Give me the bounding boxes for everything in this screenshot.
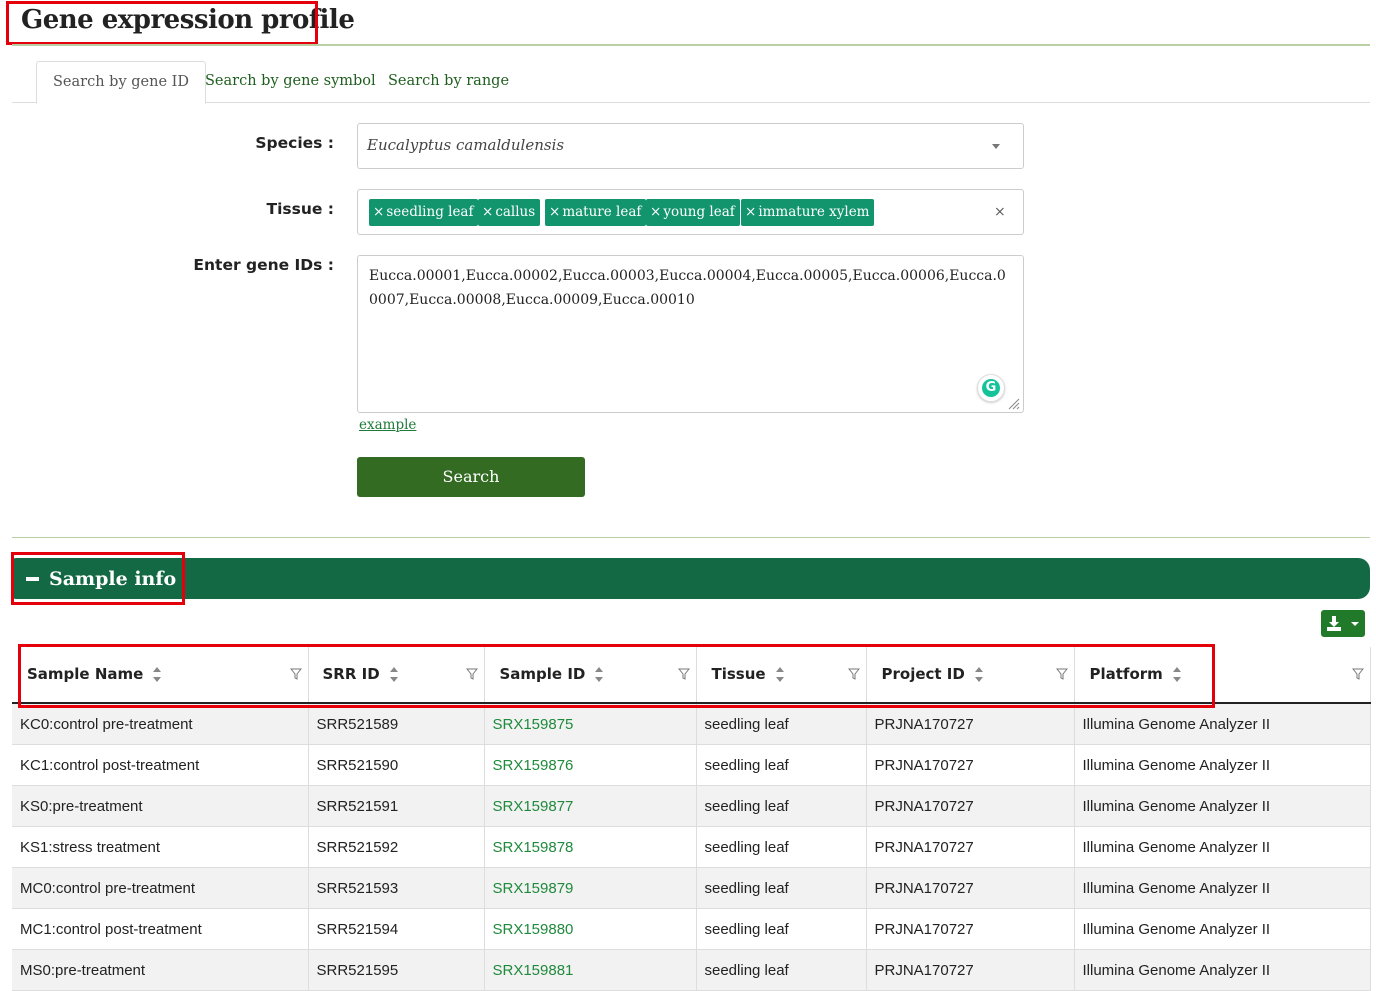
species-selected-value: Eucalyptus camaldulensis [367,136,565,154]
cell-project-id: PRJNA170727 [866,949,1075,991]
cell-tissue: seedling leaf [696,949,867,991]
grammarly-icon[interactable]: G [977,374,1005,402]
tissue-multiselect[interactable]: × seedling leaf × callus × mature leaf × you… [357,189,1024,235]
cell-project-id: PRJNA170727 [866,703,1075,745]
tissue-chip-label: callus [495,204,536,220]
cell-tissue: seedling leaf [696,744,867,786]
cell-sample-name: KC0:control pre-treatment [12,703,309,745]
cell-sample-id[interactable]: SRX159878 [484,826,697,868]
chevron-down-icon[interactable] [992,144,1000,149]
cell-project-id: PRJNA170727 [866,744,1075,786]
species-label: Species : [255,134,334,152]
table-row: MC0:control pre-treatment SRR521593 SRX159… [12,867,1371,909]
tissue-chip[interactable]: × young leaf [646,199,740,226]
example-link[interactable]: example [359,417,416,433]
table-row: KC0:control pre-treatment SRR521589 SRX159… [12,703,1371,745]
export-button[interactable] [1321,610,1365,637]
tissue-chip-label: young leaf [663,204,735,220]
cell-srr-id: SRR521594 [308,908,485,950]
chip-remove-icon[interactable]: × [549,204,560,220]
tissue-chip[interactable]: × seedling leaf [369,199,479,226]
cell-project-id: PRJNA170727 [866,785,1075,827]
tab-search-by-gene-symbol[interactable]: Search by gene symbol [189,61,392,102]
cell-platform: Illumina Genome Analyzer II [1074,826,1371,868]
sample-info-header[interactable] [12,558,1370,599]
sample-info-highlight-box [11,552,185,605]
chip-remove-icon[interactable]: × [373,204,384,220]
table-row: MC1:control post-treatment SRR521594 SRX15… [12,908,1371,950]
cell-sample-name: MC1:control post-treatment [12,908,309,950]
cell-sample-id[interactable]: SRX159877 [484,785,697,827]
chip-remove-icon[interactable]: × [650,204,661,220]
cell-project-id: PRJNA170727 [866,908,1075,950]
section-divider [12,537,1370,538]
cell-tissue: seedling leaf [696,826,867,868]
cell-project-id: PRJNA170727 [866,867,1075,909]
cell-srr-id: SRR521593 [308,867,485,909]
cell-platform: Illumina Genome Analyzer II [1074,867,1371,909]
cell-sample-name: KS1:stress treatment [12,826,309,868]
tab-search-by-gene-id[interactable]: Search by gene ID [36,61,206,104]
cell-sample-id[interactable]: SRX159876 [484,744,697,786]
table-row: KC1:control post-treatment SRR521590 SRX15… [12,744,1371,786]
tab-search-by-range[interactable]: Search by range [372,61,525,102]
clear-all-icon[interactable]: × [994,204,1006,220]
table-row: KS0:pre-treatment SRR521591 SRX159877 seedl… [12,785,1371,827]
cell-sample-id[interactable]: SRX159881 [484,949,697,991]
tissue-chip-label: seedling leaf [386,204,474,220]
cell-project-id: PRJNA170727 [866,826,1075,868]
table-row: MS0:pre-treatment SRR521595 SRX159881 seedl… [12,949,1371,991]
chip-remove-icon[interactable]: × [745,204,756,220]
cell-platform: Illumina Genome Analyzer II [1074,949,1371,991]
cell-srr-id: SRR521589 [308,703,485,745]
grammarly-glyph: G [982,379,1000,397]
cell-srr-id: SRR521592 [308,826,485,868]
chip-remove-icon[interactable]: × [482,204,493,220]
tissue-chip-label: mature leaf [562,204,642,220]
cell-srr-id: SRR521591 [308,785,485,827]
cell-sample-name: MS0:pre-treatment [12,949,309,991]
title-highlight-box [6,1,318,45]
tissue-chip[interactable]: × mature leaf [545,199,647,226]
species-select[interactable]: Eucalyptus camaldulensis [357,123,1024,169]
cell-platform: Illumina Genome Analyzer II [1074,908,1371,950]
gene-ids-textarea[interactable]: Eucca.00001,Eucca.00002,Eucca.00003,Eucc… [357,255,1024,413]
cell-platform: Illumina Genome Analyzer II [1074,785,1371,827]
tissue-chip-label: immature xylem [758,204,870,220]
cell-tissue: seedling leaf [696,908,867,950]
table-row: KS1:stress treatment SRR521592 SRX159878 se… [12,826,1371,868]
cell-sample-name: KC1:control post-treatment [12,744,309,786]
cell-sample-id[interactable]: SRX159880 [484,908,697,950]
cell-sample-name: MC0:control pre-treatment [12,867,309,909]
cell-tissue: seedling leaf [696,703,867,745]
gene-ids-value: Eucca.00001,Eucca.00002,Eucca.00003,Eucc… [369,268,1006,308]
gene-ids-label: Enter gene IDs : [193,256,334,274]
cell-tissue: seedling leaf [696,867,867,909]
cell-srr-id: SRR521590 [308,744,485,786]
search-button[interactable]: Search [357,457,585,497]
download-icon [1327,616,1359,631]
filter-icon[interactable] [1351,668,1364,680]
tissue-chip[interactable]: × callus [478,199,541,226]
resize-handle-icon[interactable] [1006,396,1020,410]
tissue-chip[interactable]: × immature xylem [741,199,875,226]
table-header-highlight-box [18,644,1215,708]
tabs-baseline [12,102,1370,103]
cell-tissue: seedling leaf [696,785,867,827]
cell-sample-id[interactable]: SRX159875 [484,703,697,745]
cell-platform: Illumina Genome Analyzer II [1074,744,1371,786]
cell-platform: Illumina Genome Analyzer II [1074,703,1371,745]
cell-sample-name: KS0:pre-treatment [12,785,309,827]
cell-sample-id[interactable]: SRX159879 [484,867,697,909]
title-divider [12,44,1370,46]
tissue-label: Tissue : [266,200,334,218]
cell-srr-id: SRR521595 [308,949,485,991]
